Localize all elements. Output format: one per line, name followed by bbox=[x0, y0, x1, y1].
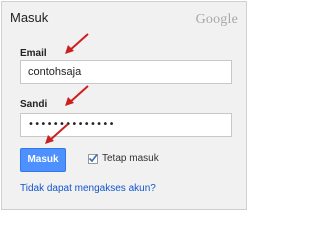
cant-access-account-link[interactable]: Tidak dapat mengakses akun? bbox=[20, 183, 156, 194]
remember-checkbox[interactable] bbox=[88, 154, 98, 164]
red-arrow-icon bbox=[45, 123, 69, 144]
red-arrow-icon bbox=[65, 33, 89, 54]
google-logo: Google bbox=[195, 12, 238, 27]
check-icon bbox=[88, 154, 98, 163]
page-title: Masuk bbox=[10, 10, 49, 25]
sign-in-button[interactable]: Masuk bbox=[20, 148, 66, 172]
remember-label: Tetap masuk bbox=[102, 153, 159, 164]
red-arrow-icon bbox=[65, 85, 89, 106]
email-label: Email bbox=[20, 48, 47, 59]
sign-in-card: Masuk Google Email contohsaja Sandi ••••… bbox=[1, 1, 247, 210]
email-field[interactable]: contohsaja bbox=[20, 60, 232, 84]
password-label: Sandi bbox=[20, 99, 48, 110]
